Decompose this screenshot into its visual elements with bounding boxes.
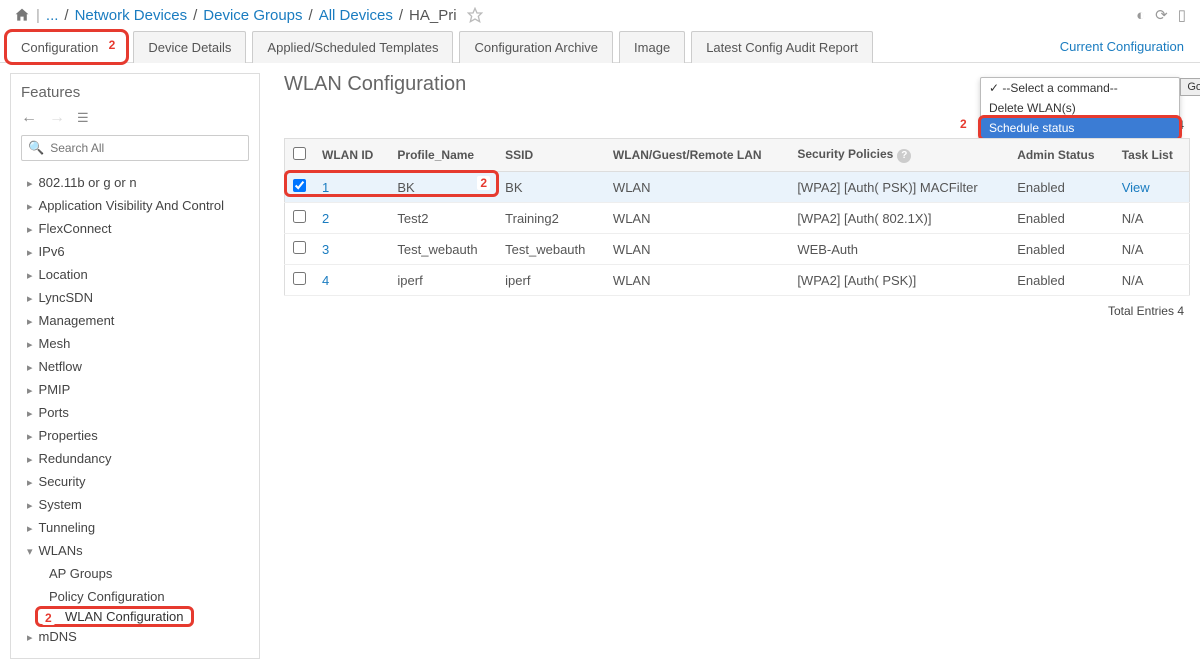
- tree-child[interactable]: AP Groups: [21, 562, 249, 585]
- main-area: WLAN Configuration --Select a command--D…: [260, 73, 1190, 659]
- tree-child[interactable]: Policy Configuration: [21, 585, 249, 608]
- tree-item[interactable]: Mesh: [21, 332, 249, 355]
- tab-audit-report[interactable]: Latest Config Audit Report: [691, 31, 873, 63]
- tree-item[interactable]: Properties: [21, 424, 249, 447]
- tree-item[interactable]: Application Visibility And Control: [21, 194, 249, 217]
- breadcrumb-link[interactable]: All Devices: [319, 7, 393, 24]
- tree-item[interactable]: 802.11b or g or n: [21, 171, 249, 194]
- column-header[interactable]: Profile_Name: [389, 139, 497, 172]
- help-icon[interactable]: ?: [897, 149, 911, 163]
- total-entries-bottom: Total Entries 4: [284, 304, 1184, 318]
- wlan-id-link[interactable]: 3: [322, 242, 329, 257]
- column-header[interactable]: WLAN ID: [314, 139, 389, 172]
- dropdown-item[interactable]: Schedule status: [981, 118, 1179, 138]
- tree-item[interactable]: Redundancy: [21, 447, 249, 470]
- refresh-icon[interactable]: ⟳: [1155, 6, 1168, 24]
- select-all-checkbox[interactable]: [293, 147, 306, 160]
- back-icon[interactable]: ←: [21, 109, 37, 127]
- features-title: Features: [21, 84, 249, 101]
- column-header[interactable]: WLAN/Guest/Remote LAN: [605, 139, 789, 172]
- dropdown-item[interactable]: --Select a command--: [981, 78, 1179, 98]
- tree-item[interactable]: Ports: [21, 401, 249, 424]
- column-header[interactable]: Task List: [1114, 139, 1190, 172]
- tab-applied-templates[interactable]: Applied/Scheduled Templates: [252, 31, 453, 63]
- tabs: Configuration 2 Device Details Applied/S…: [6, 30, 873, 62]
- tree-item[interactable]: Security: [21, 470, 249, 493]
- dropdown-item[interactable]: Delete WLAN(s): [981, 98, 1179, 118]
- task-view-link[interactable]: View: [1122, 180, 1150, 195]
- breadcrumb: | ... / Network Devices / Device Groups …: [14, 7, 483, 24]
- tree-item[interactable]: FlexConnect: [21, 217, 249, 240]
- wlan-id-link[interactable]: 2: [322, 211, 329, 226]
- help-icon[interactable]: ◐: [1136, 7, 1145, 24]
- table-row[interactable]: 3Test_webauthTest_webauthWLANWEB-AuthEna…: [285, 234, 1190, 265]
- panel-icon[interactable]: ▯: [1178, 6, 1186, 24]
- row-checkbox[interactable]: [293, 272, 306, 285]
- features-panel: Features ← → ☰ 🔍 802.11b or g or nApplic…: [10, 73, 260, 659]
- table-row[interactable]: 2Test2Training2WLAN[WPA2] [Auth( 802.1X)…: [285, 203, 1190, 234]
- breadcrumb-link[interactable]: Device Groups: [203, 7, 302, 24]
- wlan-table: WLAN IDProfile_NameSSIDWLAN/Guest/Remote…: [284, 138, 1190, 296]
- star-icon[interactable]: [467, 7, 483, 23]
- breadcrumb-current: HA_Pri: [409, 7, 457, 24]
- annotation-badge: 2: [957, 117, 970, 131]
- home-icon[interactable]: [14, 7, 30, 23]
- table-row[interactable]: 1BKBKWLAN[WPA2] [Auth( PSK)] MACFilterEn…: [285, 172, 1190, 203]
- column-header[interactable]: SSID: [497, 139, 605, 172]
- table-row[interactable]: 4iperfiperfWLAN[WPA2] [Auth( PSK)]Enable…: [285, 265, 1190, 296]
- tree-item[interactable]: Location: [21, 263, 249, 286]
- wlan-id-link[interactable]: 1: [322, 180, 329, 195]
- tab-configuration[interactable]: Configuration 2: [6, 31, 127, 63]
- tab-device-details[interactable]: Device Details: [133, 31, 246, 63]
- breadcrumb-link[interactable]: Network Devices: [75, 7, 188, 24]
- column-header[interactable]: Security Policies?: [789, 139, 1009, 172]
- search-icon: 🔍: [28, 140, 44, 156]
- tree-item[interactable]: PMIP: [21, 378, 249, 401]
- tree-item[interactable]: System: [21, 493, 249, 516]
- row-checkbox[interactable]: [293, 179, 306, 192]
- tree-item[interactable]: Netflow: [21, 355, 249, 378]
- tree-item[interactable]: LyncSDN: [21, 286, 249, 309]
- row-checkbox[interactable]: [293, 241, 306, 254]
- tab-config-archive[interactable]: Configuration Archive: [459, 31, 613, 63]
- tab-image[interactable]: Image: [619, 31, 685, 63]
- tree-item[interactable]: mDNS: [21, 625, 249, 648]
- annotation-badge: 2: [106, 38, 119, 52]
- tree-item[interactable]: IPv6: [21, 240, 249, 263]
- row-checkbox[interactable]: [293, 210, 306, 223]
- tree-item[interactable]: Tunneling: [21, 516, 249, 539]
- list-icon[interactable]: ☰: [77, 110, 89, 126]
- forward-icon[interactable]: →: [49, 109, 65, 127]
- search-input[interactable]: [50, 141, 242, 155]
- go-button[interactable]: Go: [1180, 78, 1200, 96]
- search-box[interactable]: 🔍: [21, 135, 249, 161]
- annotation-badge: 2: [42, 611, 55, 625]
- tree-item[interactable]: Management: [21, 309, 249, 332]
- wlan-id-link[interactable]: 4: [322, 273, 329, 288]
- tree-child-wlan-config[interactable]: 2WLAN Configuration: [37, 608, 192, 625]
- column-header[interactable]: Admin Status: [1009, 139, 1114, 172]
- tree-item[interactable]: WLANs: [21, 539, 249, 562]
- current-configuration-link[interactable]: Current Configuration: [1060, 39, 1184, 54]
- breadcrumb-ellipsis[interactable]: ...: [46, 7, 59, 24]
